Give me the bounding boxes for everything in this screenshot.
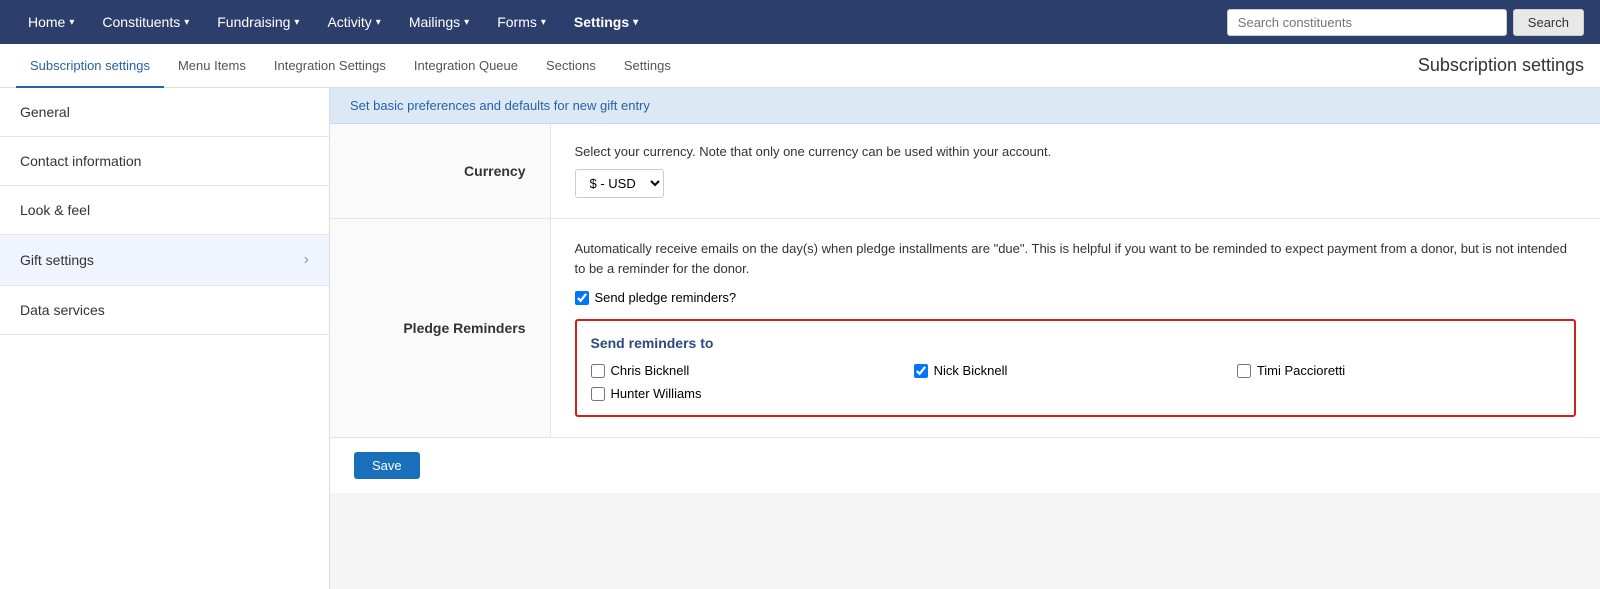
nav-forms[interactable]: Forms ▾ <box>485 0 558 44</box>
sidebar-item-look-feel[interactable]: Look & feel <box>0 186 329 235</box>
content-area: Set basic preferences and defaults for n… <box>330 88 1600 589</box>
chevron-down-icon: ▾ <box>69 17 74 28</box>
tab-integration-settings[interactable]: Integration Settings <box>260 45 400 88</box>
recipient-timi-paccioretti: Timi Paccioretti <box>1237 363 1560 378</box>
currency-description: Select your currency. Note that only one… <box>575 144 1577 159</box>
chevron-down-icon: ▾ <box>633 17 638 28</box>
recipient-timi-paccioretti-name: Timi Paccioretti <box>1257 363 1345 378</box>
tab-menu-items[interactable]: Menu Items <box>164 45 260 88</box>
search-input[interactable] <box>1227 9 1507 36</box>
search-button[interactable]: Search <box>1513 9 1584 36</box>
nav-constituents[interactable]: Constituents ▾ <box>90 0 201 44</box>
pledge-reminders-label: Pledge Reminders <box>330 219 550 438</box>
nav-items: Home ▾ Constituents ▾ Fundraising ▾ Acti… <box>16 0 1227 44</box>
settings-table: Currency Select your currency. Note that… <box>330 124 1600 438</box>
sidebar: General Contact information Look & feel … <box>0 88 330 589</box>
page-title: Subscription settings <box>1418 55 1584 76</box>
main-layout: General Contact information Look & feel … <box>0 88 1600 589</box>
pledge-reminders-row: Pledge Reminders Automaticall <box>330 219 1600 438</box>
recipient-hunter-williams: Hunter Williams <box>591 386 914 401</box>
sidebar-item-gift-settings[interactable]: Gift settings › <box>0 235 329 286</box>
content-header: Set basic preferences and defaults for n… <box>330 88 1600 124</box>
currency-label: Currency <box>330 124 550 219</box>
recipient-timi-paccioretti-checkbox[interactable] <box>1237 364 1251 378</box>
nav-mailings[interactable]: Mailings ▾ <box>397 0 481 44</box>
nav-fundraising[interactable]: Fundraising ▾ <box>205 0 311 44</box>
recipient-hunter-williams-name: Hunter Williams <box>611 386 702 401</box>
send-reminders-box: Send reminders to Chris Bicknell Nick Bi… <box>575 319 1577 417</box>
send-pledge-row: Send pledge reminders? <box>575 290 1577 305</box>
chevron-right-icon: › <box>304 251 309 269</box>
sidebar-item-general[interactable]: General <box>0 88 329 137</box>
currency-row: Currency Select your currency. Note that… <box>330 124 1600 219</box>
send-pledge-checkbox[interactable] <box>575 291 589 305</box>
tab-subscription-settings[interactable]: Subscription settings <box>16 45 164 88</box>
pledge-reminders-content: Automatically receive emails on the day(… <box>550 219 1600 438</box>
chevron-down-icon: ▾ <box>184 17 189 28</box>
tab-integration-queue[interactable]: Integration Queue <box>400 45 532 88</box>
content-inner: Set basic preferences and defaults for n… <box>330 88 1600 493</box>
sub-nav-items: Subscription settings Menu Items Integra… <box>16 44 1418 87</box>
chevron-down-icon: ▾ <box>464 17 469 28</box>
send-pledge-label: Send pledge reminders? <box>595 290 737 305</box>
chevron-down-icon: ▾ <box>294 17 299 28</box>
currency-select[interactable]: $ - USD <box>575 169 664 198</box>
tab-settings[interactable]: Settings <box>610 45 685 88</box>
recipient-chris-bicknell-name: Chris Bicknell <box>611 363 690 378</box>
recipient-nick-bicknell-checkbox[interactable] <box>914 364 928 378</box>
chevron-down-icon: ▾ <box>376 17 381 28</box>
search-area: Search <box>1227 9 1584 36</box>
save-button[interactable]: Save <box>354 452 420 479</box>
send-reminders-title: Send reminders to <box>591 335 1561 351</box>
nav-home[interactable]: Home ▾ <box>16 0 86 44</box>
nav-activity[interactable]: Activity ▾ <box>315 0 392 44</box>
recipient-chris-bicknell-checkbox[interactable] <box>591 364 605 378</box>
recipient-nick-bicknell-name: Nick Bicknell <box>934 363 1008 378</box>
recipient-hunter-williams-checkbox[interactable] <box>591 387 605 401</box>
nav-settings[interactable]: Settings ▾ <box>562 0 650 44</box>
tab-sections[interactable]: Sections <box>532 45 610 88</box>
recipients-grid: Chris Bicknell Nick Bicknell Timi Paccio… <box>591 363 1561 401</box>
currency-content: Select your currency. Note that only one… <box>550 124 1600 219</box>
recipient-nick-bicknell: Nick Bicknell <box>914 363 1237 378</box>
sub-navigation: Subscription settings Menu Items Integra… <box>0 44 1600 88</box>
recipient-chris-bicknell: Chris Bicknell <box>591 363 914 378</box>
sidebar-item-contact-information[interactable]: Contact information <box>0 137 329 186</box>
chevron-down-icon: ▾ <box>541 17 546 28</box>
pledge-reminders-description: Automatically receive emails on the day(… <box>575 239 1577 278</box>
top-navigation: Home ▾ Constituents ▾ Fundraising ▾ Acti… <box>0 0 1600 44</box>
sidebar-item-data-services[interactable]: Data services <box>0 286 329 335</box>
